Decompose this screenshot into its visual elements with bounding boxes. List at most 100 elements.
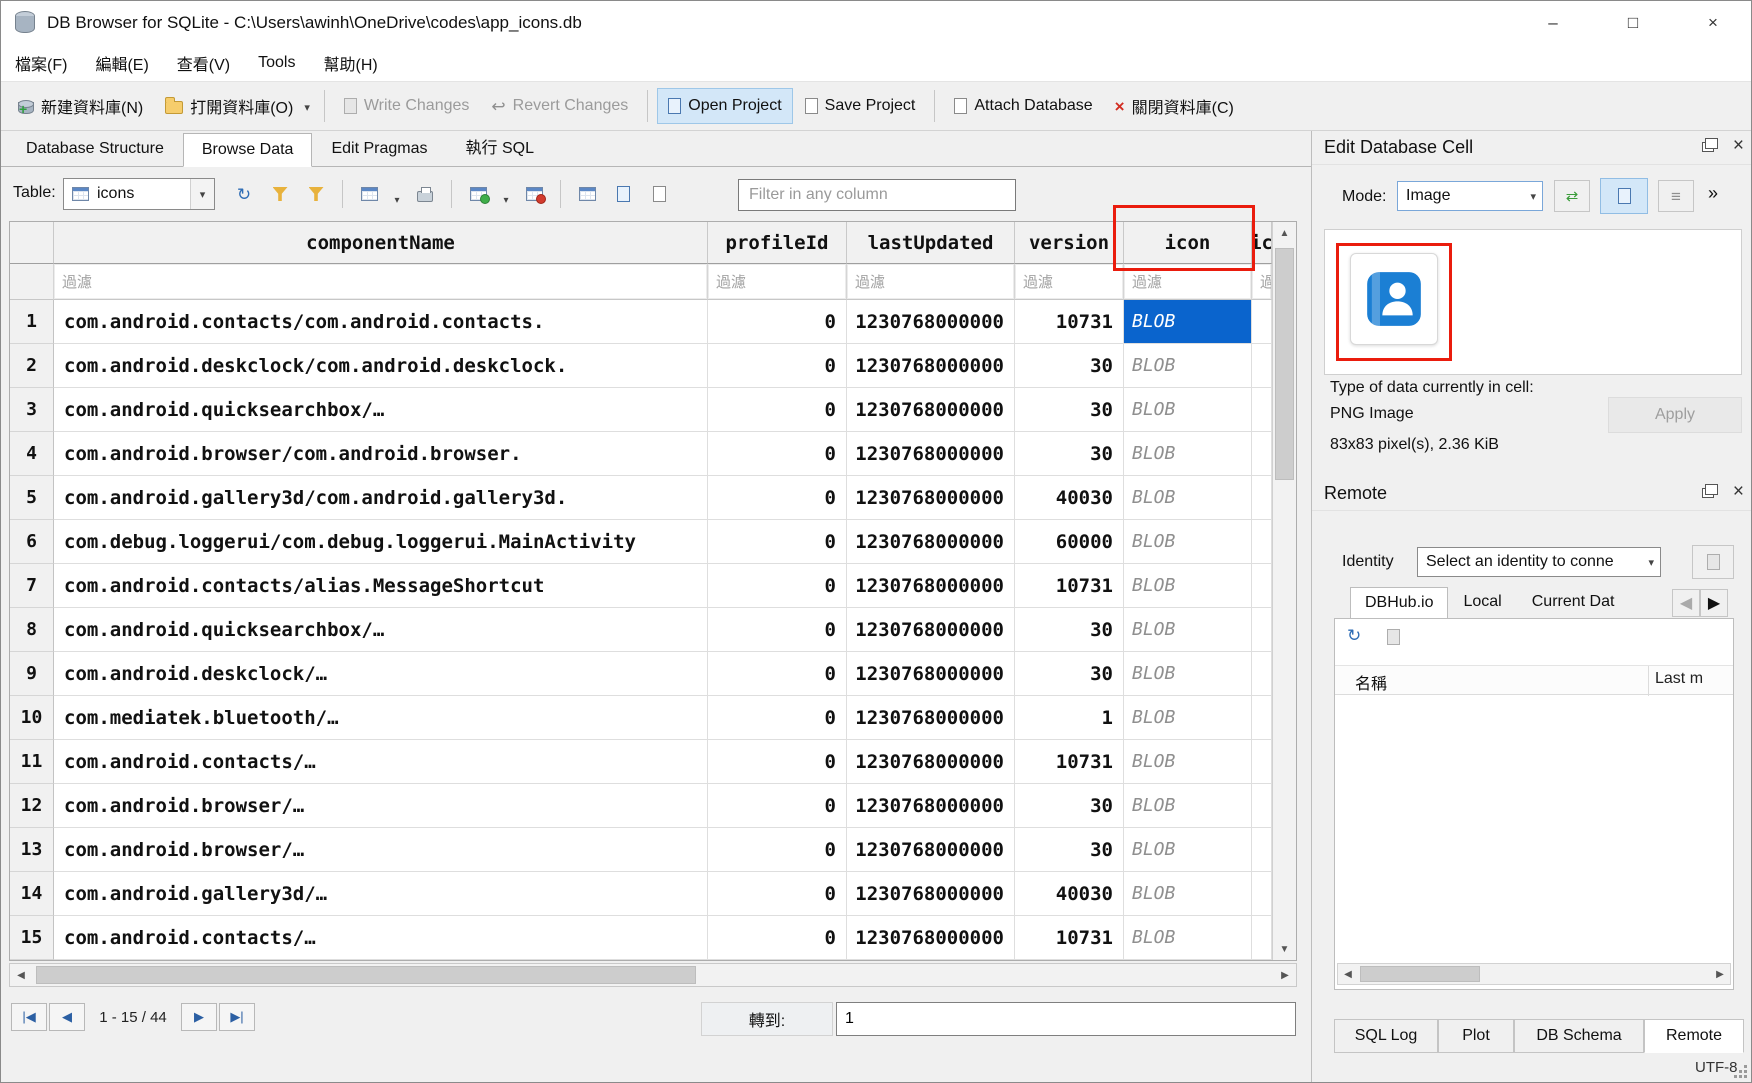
cell-version[interactable]: 30 (1015, 652, 1124, 696)
cell-lastUpdated[interactable]: 1230768000000 (847, 564, 1015, 608)
cell-componentName[interactable]: com.android.contacts/… (54, 916, 708, 960)
scroll-down-icon[interactable]: ▼ (1273, 938, 1296, 960)
cell-lastUpdated[interactable]: 1230768000000 (847, 784, 1015, 828)
cell-partial[interactable] (1252, 344, 1272, 388)
close-dock-icon[interactable]: × (1733, 135, 1744, 157)
scroll-right-icon[interactable]: ▶ (1710, 964, 1730, 984)
cell-lastUpdated[interactable]: 1230768000000 (847, 300, 1015, 344)
cell-partial[interactable] (1252, 828, 1272, 872)
cell-icon-blob[interactable]: BLOB (1124, 344, 1252, 388)
row-number[interactable]: 1 (10, 300, 54, 344)
row-number[interactable]: 3 (10, 388, 54, 432)
minimize-button[interactable]: – (1513, 1, 1593, 45)
more-tools-chevrons-icon[interactable]: » (1708, 183, 1718, 204)
filter-lastUpdated-input[interactable]: 過濾 (847, 264, 1015, 300)
cell-profileId[interactable]: 0 (708, 344, 847, 388)
tab-database-structure[interactable]: Database Structure (7, 132, 183, 166)
cell-icon-blob[interactable]: BLOB (1124, 388, 1252, 432)
tab-edit-pragmas[interactable]: Edit Pragmas (312, 132, 446, 166)
horizontal-scrollbar[interactable]: ◀ ▶ (9, 963, 1297, 987)
scroll-left-icon[interactable]: ◀ (10, 964, 32, 986)
horizontal-scrollbar-thumb[interactable] (36, 966, 696, 984)
import-csv-button[interactable] (608, 179, 638, 209)
clear-filters-button[interactable] (265, 179, 295, 209)
goto-row-input[interactable] (836, 1002, 1296, 1036)
cell-componentName[interactable]: com.android.contacts/com.android.contact… (54, 300, 708, 344)
row-number[interactable]: 6 (10, 520, 54, 564)
cell-lastUpdated[interactable]: 1230768000000 (847, 432, 1015, 476)
filter-any-column-input[interactable] (738, 179, 1016, 211)
cell-partial[interactable] (1252, 916, 1272, 960)
bottom-tab-sql-log[interactable]: SQL Log (1334, 1019, 1438, 1053)
cell-icon-blob[interactable]: BLOB (1124, 476, 1252, 520)
float-dock-icon[interactable] (1702, 142, 1714, 152)
delete-record-button[interactable] (519, 179, 549, 209)
tab-scroll-left-button[interactable]: ◀ (1672, 589, 1700, 617)
write-changes-button[interactable]: Write Changes (334, 89, 480, 123)
cell-version[interactable]: 30 (1015, 344, 1124, 388)
identity-select[interactable]: Select an identity to conne ▾ (1417, 547, 1661, 577)
maximize-button[interactable]: □ (1593, 1, 1673, 45)
cell-componentName[interactable]: com.android.browser/… (54, 828, 708, 872)
cell-componentName[interactable]: com.android.browser/com.android.browser. (54, 432, 708, 476)
cell-componentName[interactable]: com.android.gallery3d/com.android.galler… (54, 476, 708, 520)
open-database-button[interactable]: 打開資料庫(O) (155, 86, 303, 126)
column-header-version[interactable]: version (1015, 222, 1124, 264)
cell-icon-blob[interactable]: BLOB (1124, 564, 1252, 608)
insert-record-button[interactable] (463, 179, 493, 209)
filter-version-input[interactable]: 過濾 (1015, 264, 1124, 300)
remote-scrollbar-thumb[interactable] (1360, 966, 1480, 982)
menu-item-edit[interactable]: 編輯(E) (81, 45, 162, 81)
cell-partial[interactable] (1252, 564, 1272, 608)
cell-partial[interactable] (1252, 652, 1272, 696)
row-number[interactable]: 14 (10, 872, 54, 916)
filter-partial-input[interactable]: 過濾 (1252, 264, 1272, 300)
table-selector[interactable]: icons ▾ (63, 178, 215, 210)
cell-lastUpdated[interactable]: 1230768000000 (847, 520, 1015, 564)
close-database-button[interactable]: × 關閉資料庫(C) (1105, 86, 1244, 126)
cell-profileId[interactable]: 0 (708, 608, 847, 652)
cell-partial[interactable] (1252, 300, 1272, 344)
remote-tab-current-database[interactable]: Current Dat (1517, 586, 1627, 618)
cell-version[interactable]: 1 (1015, 696, 1124, 740)
cell-partial[interactable] (1252, 520, 1272, 564)
cell-profileId[interactable]: 0 (708, 564, 847, 608)
cell-lastUpdated[interactable]: 1230768000000 (847, 916, 1015, 960)
cell-componentName[interactable]: com.android.quicksearchbox/… (54, 388, 708, 432)
cell-profileId[interactable]: 0 (708, 828, 847, 872)
mode-select[interactable]: Image ▾ (1397, 181, 1543, 211)
row-number[interactable]: 4 (10, 432, 54, 476)
bottom-tab-remote[interactable]: Remote (1644, 1019, 1744, 1053)
cell-version[interactable]: 40030 (1015, 476, 1124, 520)
refresh-button[interactable]: ↻ (229, 179, 259, 209)
cell-version[interactable]: 10731 (1015, 300, 1124, 344)
bottom-tab-db-schema[interactable]: DB Schema (1514, 1019, 1644, 1053)
cell-icon-blob[interactable]: BLOB (1124, 300, 1252, 344)
column-header-lastUpdated[interactable]: lastUpdated (847, 222, 1015, 264)
cell-icon-blob[interactable]: BLOB (1124, 432, 1252, 476)
remote-column-last-modified[interactable]: Last m (1655, 670, 1703, 688)
cell-icon-blob[interactable]: BLOB (1124, 828, 1252, 872)
cell-partial[interactable] (1252, 784, 1272, 828)
row-number[interactable]: 13 (10, 828, 54, 872)
cell-profileId[interactable]: 0 (708, 476, 847, 520)
export-csv-button[interactable] (572, 179, 602, 209)
row-number[interactable]: 15 (10, 916, 54, 960)
cell-version[interactable]: 30 (1015, 432, 1124, 476)
cell-icon-blob[interactable]: BLOB (1124, 740, 1252, 784)
cell-lastUpdated[interactable]: 1230768000000 (847, 652, 1015, 696)
open-project-button[interactable]: Open Project (657, 88, 792, 124)
cell-componentName[interactable]: com.android.gallery3d/… (54, 872, 708, 916)
cell-componentName[interactable]: com.android.quicksearchbox/… (54, 608, 708, 652)
cell-version[interactable]: 30 (1015, 784, 1124, 828)
image-view-button[interactable] (1600, 178, 1648, 214)
filter-profileId-input[interactable]: 過濾 (708, 264, 847, 300)
cell-partial[interactable] (1252, 388, 1272, 432)
remote-upload-icon[interactable] (1387, 629, 1400, 645)
menu-item-help[interactable]: 幫助(H) (309, 45, 391, 81)
cell-partial[interactable] (1252, 872, 1272, 916)
save-table-caret-icon[interactable]: ▾ (390, 179, 404, 209)
menu-item-tools[interactable]: Tools (244, 48, 309, 78)
cell-lastUpdated[interactable]: 1230768000000 (847, 872, 1015, 916)
cell-partial[interactable] (1252, 696, 1272, 740)
